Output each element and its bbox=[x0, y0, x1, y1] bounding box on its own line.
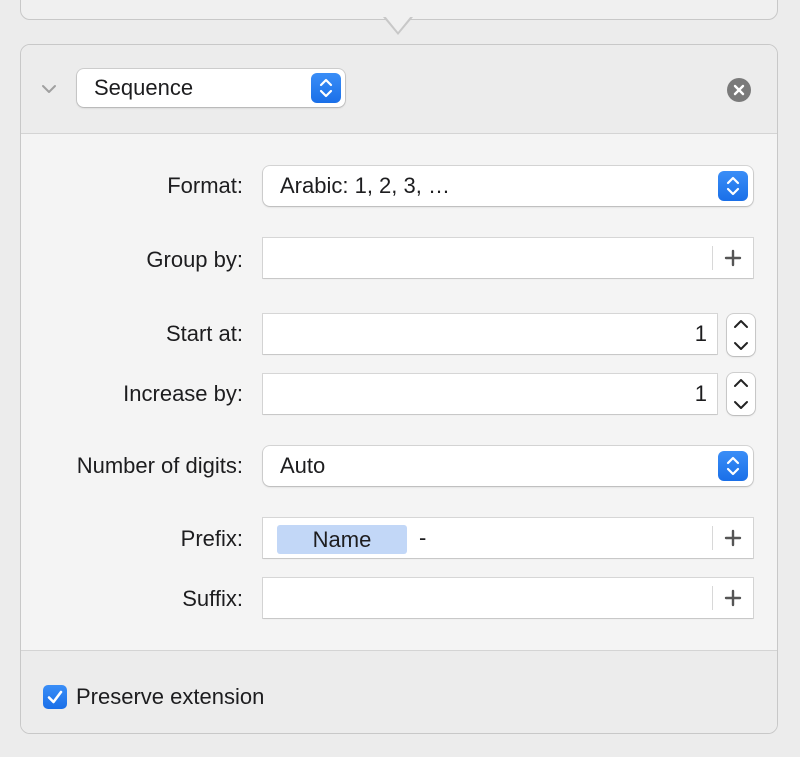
select-arrows-icon bbox=[718, 451, 748, 481]
start-at-label: Start at: bbox=[165, 321, 243, 346]
action-header: Sequence bbox=[21, 45, 777, 134]
add-token-button[interactable] bbox=[713, 518, 753, 558]
increment-button[interactable] bbox=[727, 373, 755, 394]
name-token[interactable]: Name bbox=[277, 525, 407, 554]
prefix-field[interactable]: Name - bbox=[263, 518, 753, 558]
increment-button[interactable] bbox=[727, 314, 755, 335]
plus-icon bbox=[724, 529, 742, 547]
action-type-label: Sequence bbox=[94, 75, 194, 100]
checkmark-icon bbox=[47, 690, 63, 704]
chevron-down-icon bbox=[734, 342, 748, 350]
select-arrows-icon bbox=[718, 171, 748, 201]
sequence-action-panel: Sequence Format: Arabic: 1, 2, 3, … Grou… bbox=[20, 44, 778, 734]
preserve-extension-label[interactable]: Preserve extension bbox=[76, 681, 264, 713]
start-at-value: 1 bbox=[694, 321, 707, 346]
plus-icon bbox=[724, 589, 742, 607]
group-by-field[interactable] bbox=[263, 238, 753, 278]
suffix-label: Suffix: bbox=[182, 586, 243, 611]
suffix-field[interactable] bbox=[263, 578, 753, 618]
chevron-down-icon bbox=[734, 401, 748, 409]
group-by-label: Group by: bbox=[146, 247, 243, 272]
chevron-up-icon bbox=[734, 320, 748, 328]
chevron-up-icon bbox=[734, 379, 748, 387]
plus-icon bbox=[724, 249, 742, 267]
format-label: Format: bbox=[167, 173, 243, 198]
number-of-digits-label: Number of digits: bbox=[76, 453, 243, 478]
format-select[interactable]: Arabic: 1, 2, 3, … bbox=[263, 166, 753, 206]
number-of-digits-select[interactable]: Auto bbox=[263, 446, 753, 486]
number-of-digits-value: Auto bbox=[280, 453, 326, 478]
add-token-button[interactable] bbox=[713, 578, 753, 618]
action-type-select[interactable]: Sequence bbox=[77, 69, 345, 107]
chevron-down-icon[interactable] bbox=[41, 83, 57, 95]
increase-by-label: Increase by: bbox=[123, 381, 243, 406]
select-arrows-icon bbox=[311, 73, 341, 103]
add-token-button[interactable] bbox=[713, 238, 753, 278]
decrement-button[interactable] bbox=[727, 394, 755, 415]
increase-by-value: 1 bbox=[694, 381, 707, 406]
start-at-field[interactable]: 1 bbox=[263, 314, 717, 354]
increase-by-stepper[interactable] bbox=[727, 373, 755, 415]
start-at-stepper[interactable] bbox=[727, 314, 755, 356]
preserve-extension-checkbox[interactable] bbox=[43, 685, 67, 709]
action-footer: Preserve extension bbox=[21, 650, 777, 733]
decrement-button[interactable] bbox=[727, 335, 755, 356]
prefix-text: - bbox=[419, 525, 427, 550]
increase-by-field[interactable]: 1 bbox=[263, 374, 717, 414]
prefix-label: Prefix: bbox=[180, 526, 243, 551]
format-value: Arabic: 1, 2, 3, … bbox=[280, 173, 450, 198]
close-icon[interactable] bbox=[727, 78, 751, 102]
